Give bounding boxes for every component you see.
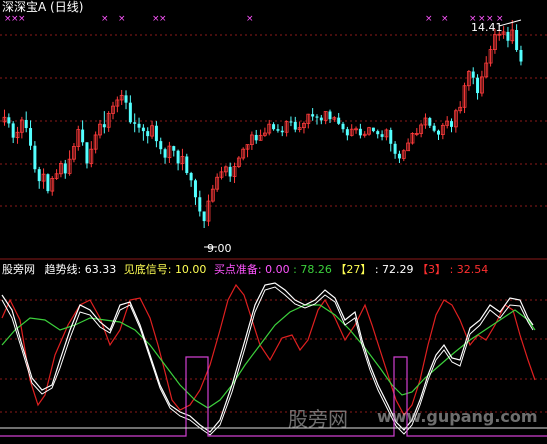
candle-body-down xyxy=(389,129,393,144)
candle-body-down xyxy=(319,117,323,121)
candle-body-down xyxy=(476,77,480,94)
candle-body-down xyxy=(124,95,128,103)
candle-body-down xyxy=(137,123,141,128)
chart-background xyxy=(0,0,547,444)
candle-body-down xyxy=(189,173,193,181)
candle-body-down xyxy=(128,102,132,123)
candle-body-down xyxy=(37,169,41,182)
candle-body-down xyxy=(311,114,315,117)
candle-body-down xyxy=(337,117,341,124)
candle-body-down xyxy=(228,166,232,177)
signal-marker: × xyxy=(425,14,433,24)
candle-body-down xyxy=(198,197,202,212)
candle-body-down xyxy=(63,163,67,174)
candle-body-down xyxy=(397,153,401,159)
signal-marker: × xyxy=(159,14,167,24)
candle-body-down xyxy=(289,121,293,123)
candle-body-down xyxy=(33,145,37,170)
buy-ready-value: 0.00 xyxy=(265,263,290,276)
candle-body-down xyxy=(24,119,28,129)
candle-body-down xyxy=(7,117,11,124)
candle-body-down xyxy=(141,127,145,132)
candle-body-down xyxy=(450,121,454,127)
candle-body-down xyxy=(341,123,345,130)
candle-body-down xyxy=(81,129,85,143)
candle-body-down xyxy=(437,130,440,135)
candle-body-down xyxy=(393,143,397,154)
candle-body-down xyxy=(133,122,137,124)
candle-body-down xyxy=(371,127,375,132)
candle-body-down xyxy=(272,124,276,130)
candle-body-down xyxy=(276,129,280,131)
bracket-3-value: : 32.54 xyxy=(449,263,489,276)
signal-marker: × xyxy=(441,14,449,24)
bracket-27-value: : 72.29 xyxy=(374,263,414,276)
high-price-label: 14.41 xyxy=(471,21,503,34)
bracket-3-label: 【3】 xyxy=(417,263,447,276)
candle-body-down xyxy=(102,124,106,128)
candle-body-down xyxy=(29,128,33,146)
candle-body-down xyxy=(376,131,380,135)
candle-body-down xyxy=(254,134,258,141)
candle-body-down xyxy=(471,71,475,78)
green-line-value: : 78.26 xyxy=(293,263,332,276)
chart-title: 深深宝A (日线) xyxy=(2,0,84,14)
bracket-27-label: 【27】 xyxy=(335,263,372,276)
candle-body-down xyxy=(146,131,150,137)
candle-body-down xyxy=(85,142,89,164)
candle-body-down xyxy=(315,116,319,118)
candle-body-down xyxy=(515,29,519,50)
trend-label: 趋势线: xyxy=(44,263,82,276)
low-price-label: 9.00 xyxy=(207,242,232,255)
candle-body-down xyxy=(46,174,50,192)
candle-body-down xyxy=(159,141,163,150)
candle-body-down xyxy=(172,146,176,151)
candle-body-down xyxy=(280,130,284,133)
candle-body-down xyxy=(154,125,158,142)
indicator-legend: 股旁网 趋势线: 63.33 见底信号: 10.00 买点准备: 0.00 : … xyxy=(2,263,488,276)
bottom-signal-value: 10.00 xyxy=(174,263,207,276)
candle-body-down xyxy=(185,156,189,174)
candle-body-down xyxy=(328,111,332,120)
signal-marker: × xyxy=(18,14,26,24)
signal-marker: × xyxy=(101,14,109,24)
chart-canvas: × × × × × × × × × × × × × × xyxy=(0,0,547,444)
candle-body-down xyxy=(176,150,180,164)
candle-body-down xyxy=(202,211,206,222)
bottom-signal-label: 见底信号: xyxy=(123,263,172,276)
candle-body-down xyxy=(358,128,362,136)
trend-value: 63.33 xyxy=(84,263,117,276)
candle-body-down xyxy=(193,180,197,198)
candle-body-down xyxy=(432,125,436,131)
candle-body-down xyxy=(163,149,167,158)
candle-body-down xyxy=(11,123,15,138)
buy-ready-label: 买点准备: xyxy=(213,263,262,276)
watermark-url: www.gupang.com xyxy=(377,407,538,426)
candle-body-down xyxy=(519,49,523,62)
candle-body-down xyxy=(293,121,297,130)
signal-marker: × xyxy=(118,14,126,24)
candle-body-down xyxy=(380,134,384,137)
watermark-text: 股旁网 xyxy=(288,407,348,431)
candle-body-down xyxy=(428,118,432,126)
candle-body-down xyxy=(345,129,349,136)
indicator-source: 股旁网 xyxy=(2,263,35,276)
candle-body-down xyxy=(506,31,510,41)
signal-marker: × xyxy=(246,14,254,24)
